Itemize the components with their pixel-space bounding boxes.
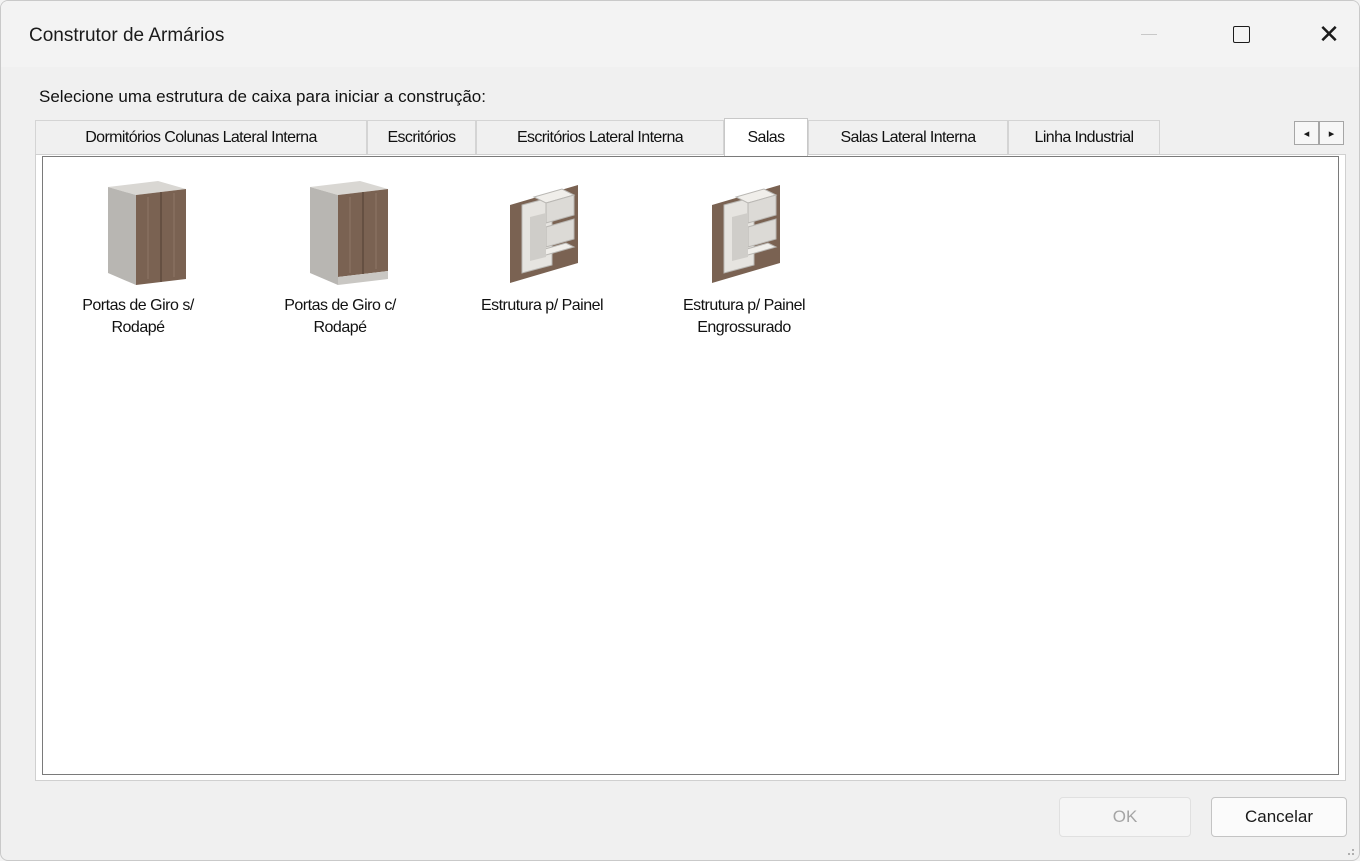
tab-label: Escritórios Lateral Interna (516, 128, 684, 146)
cabinet-base-icon (310, 181, 388, 285)
ok-button[interactable]: OK (1059, 797, 1191, 837)
resize-grip-icon[interactable] (1345, 846, 1355, 856)
tab-escritorios-lateral-interna[interactable]: Escritórios Lateral Interna (476, 120, 724, 154)
list-item-estrutura-painel[interactable]: Estrutura p/ Painel (447, 167, 637, 317)
item-label: Estrutura p/ Painel (480, 297, 604, 314)
panel-shelf-icon (712, 185, 780, 283)
tab-label: Escritórios (387, 128, 456, 146)
maximize-icon (1232, 25, 1250, 43)
maximize-button[interactable] (1213, 1, 1269, 67)
tab-linha-industrial[interactable]: Linha Industrial (1008, 120, 1160, 154)
arrow-left-icon: ◂ (1303, 127, 1310, 140)
tab-label: Salas (747, 128, 785, 146)
tab-scroll-right-button[interactable]: ▸ (1319, 121, 1344, 145)
tab-label: Linha Industrial (1034, 128, 1135, 146)
structure-list-view[interactable]: Portas de Giro s/ Rodapé Portas de Giro … (42, 156, 1339, 775)
close-button[interactable]: ✕ (1301, 1, 1357, 67)
close-icon: ✕ (1318, 18, 1340, 49)
tab-label: Dormitórios Colunas Lateral Interna (85, 128, 317, 146)
tab-salas[interactable]: Salas (724, 118, 808, 156)
cancel-button[interactable]: Cancelar (1211, 797, 1347, 837)
minimize-button[interactable] (1121, 1, 1177, 67)
list-item-portas-giro-sem-rodape[interactable]: Portas de Giro s/ Rodapé (43, 167, 233, 339)
list-item-estrutura-painel-engrossurado[interactable]: Estrutura p/ Painel Engrossurado (649, 167, 839, 339)
tab-scroll-buttons: ◂ ▸ (1294, 121, 1344, 145)
title-bar: Construtor de Armários ✕ (1, 1, 1359, 67)
tab-escritorios[interactable]: Escritórios (367, 120, 476, 154)
instruction-label: Selecione uma estrutura de caixa para in… (39, 87, 486, 106)
panel-shelf-icon (510, 185, 578, 283)
list-item-portas-giro-com-rodape[interactable]: Portas de Giro c/ Rodapé (245, 167, 435, 339)
minimize-icon (1141, 33, 1157, 35)
window-title: Construtor de Armários (29, 25, 225, 46)
tab-panel: Portas de Giro s/ Rodapé Portas de Giro … (35, 154, 1346, 781)
tab-dormitorios-colunas-lateral-interna[interactable]: Dormitórios Colunas Lateral Interna (35, 120, 367, 154)
category-tabs: Dormitórios Colunas Lateral Interna Escr… (35, 118, 1359, 156)
tab-salas-lateral-interna[interactable]: Salas Lateral Interna (808, 120, 1008, 154)
item-label: Estrutura p/ Painel Engrossurado (682, 297, 806, 336)
item-label: Portas de Giro s/ Rodapé (82, 297, 194, 336)
cabinet-builder-window: Construtor de Armários ✕ Selecione uma e… (0, 0, 1360, 861)
tab-scroll-left-button[interactable]: ◂ (1294, 121, 1319, 145)
cabinet-icon (108, 181, 186, 285)
item-label: Portas de Giro c/ Rodapé (284, 297, 396, 336)
tab-label: Salas Lateral Interna (840, 128, 976, 146)
arrow-right-icon: ▸ (1328, 127, 1335, 140)
